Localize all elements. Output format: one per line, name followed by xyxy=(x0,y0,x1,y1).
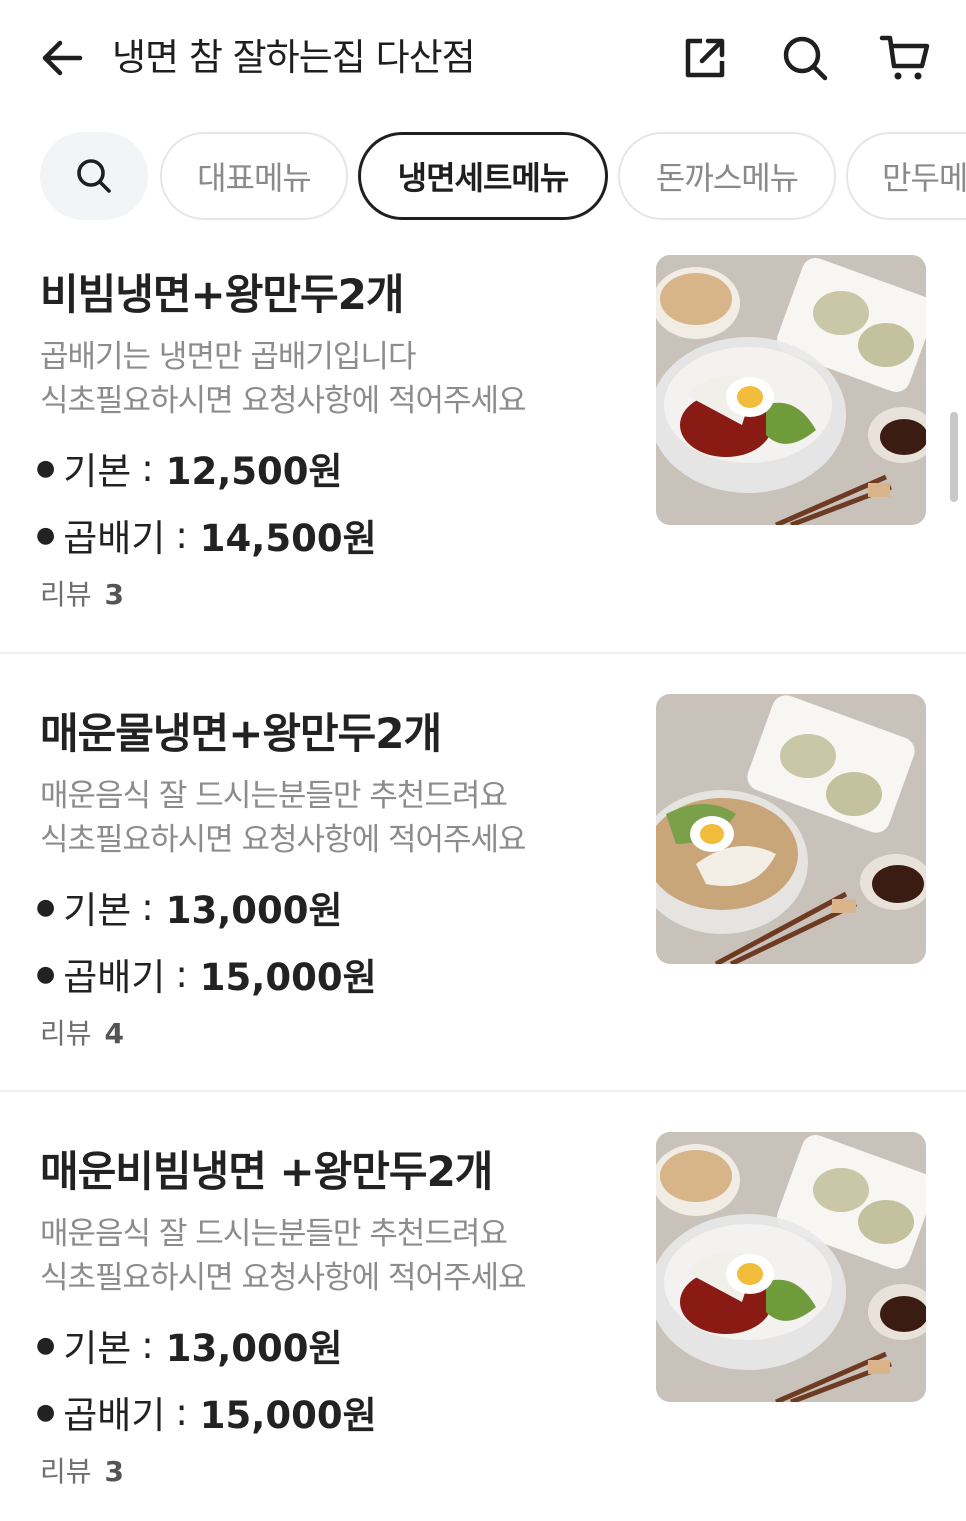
menu-item-description: 매운음식 잘 드시는분들만 추천드려요 xyxy=(40,1216,508,1252)
bullet-icon: ● xyxy=(36,1332,56,1358)
price-separator: : xyxy=(175,513,188,557)
mul-naengmyeon-photo xyxy=(656,694,926,964)
price-label: 기본 xyxy=(63,1327,132,1370)
price-separator: : xyxy=(141,885,154,929)
price-separator: : xyxy=(175,1390,188,1434)
item-divider xyxy=(0,652,966,654)
price-large-row: ● 곱배기 : 15,000원 xyxy=(36,947,377,1001)
price-label: 곱배기 xyxy=(63,956,166,999)
share-button[interactable] xyxy=(677,30,733,86)
price-separator: : xyxy=(175,952,188,996)
category-tabs: 대표메뉴 냉면세트메뉴 돈까스메뉴 만두메뉴 xyxy=(0,130,966,220)
menu-item[interactable]: 매운비빔냉면 +왕만두2개 매운음식 잘 드시는분들만 추천드려요 식초필요하시… xyxy=(0,1132,966,1521)
menu-item-name: 매운물냉면+왕만두2개 xyxy=(40,709,442,758)
review-count: 리뷰 4 xyxy=(40,1012,124,1052)
bullet-icon: ● xyxy=(36,961,56,987)
price-large-row: ● 곱배기 : 15,000원 xyxy=(36,1385,377,1439)
price-value: 12,500원 xyxy=(165,450,343,493)
search-icon xyxy=(77,159,111,193)
bullet-icon: ● xyxy=(36,1399,56,1425)
arrow-left-icon xyxy=(42,40,83,76)
menu-item-name: 매운비빔냉면 +왕만두2개 xyxy=(40,1147,493,1196)
tab-naengmyeon-set-menu[interactable]: 냉면세트메뉴 xyxy=(358,132,608,220)
back-button[interactable] xyxy=(34,30,90,86)
price-value: 15,000원 xyxy=(199,1394,377,1437)
cart-icon xyxy=(879,35,930,80)
menu-item-description: 곱배기는 냉면만 곱배기입니다 xyxy=(40,339,416,375)
store-title: 냉면 참 잘하는집 다산점 xyxy=(112,36,476,79)
review-number: 3 xyxy=(104,1455,124,1488)
price-value: 13,000원 xyxy=(165,1327,343,1370)
menu-item-photo[interactable] xyxy=(656,694,926,964)
menu-item-description: 매운음식 잘 드시는분들만 추천드려요 xyxy=(40,778,508,814)
price-label: 기본 xyxy=(63,889,132,932)
menu-item-name: 비빔냉면+왕만두2개 xyxy=(40,270,405,319)
price-value: 13,000원 xyxy=(165,889,343,932)
review-number: 4 xyxy=(104,1017,124,1050)
review-label: 리뷰 xyxy=(40,578,92,611)
price-value: 14,500원 xyxy=(199,517,377,560)
price-basic-row: ● 기본 : 13,000원 xyxy=(36,1318,343,1372)
price-separator: : xyxy=(141,446,154,490)
price-basic-row: ● 기본 : 12,500원 xyxy=(36,441,343,495)
bullet-icon: ● xyxy=(36,894,56,920)
review-count: 리뷰 3 xyxy=(40,1450,124,1490)
price-large-row: ● 곱배기 : 14,500원 xyxy=(36,508,377,562)
price-label: 곱배기 xyxy=(63,517,166,560)
tab-donkatsu-menu[interactable]: 돈까스메뉴 xyxy=(618,132,836,220)
item-divider xyxy=(0,1090,966,1092)
menu-item-photo[interactable] xyxy=(656,1132,926,1402)
menu-search-button[interactable] xyxy=(40,132,148,220)
search-button[interactable] xyxy=(777,30,833,86)
price-basic-row: ● 기본 : 13,000원 xyxy=(36,880,343,934)
spicy-bibim-naengmyeon-photo xyxy=(656,1132,926,1402)
bibim-naengmyeon-photo xyxy=(656,255,926,525)
price-value: 15,000원 xyxy=(199,956,377,999)
tab-representative-menu[interactable]: 대표메뉴 xyxy=(160,132,348,220)
review-count: 리뷰 3 xyxy=(40,573,124,613)
cart-button[interactable] xyxy=(877,30,933,86)
tab-mandu-menu[interactable]: 만두메뉴 xyxy=(846,132,966,220)
bullet-icon: ● xyxy=(36,522,56,548)
share-icon xyxy=(685,38,725,78)
menu-item-description: 식초필요하시면 요청사항에 적어주세요 xyxy=(40,1260,527,1296)
menu-item[interactable]: 매운물냉면+왕만두2개 매운음식 잘 드시는분들만 추천드려요 식초필요하시면 … xyxy=(0,694,966,1132)
search-icon xyxy=(783,36,828,81)
price-label: 기본 xyxy=(63,450,132,493)
price-label: 곱배기 xyxy=(63,1394,166,1437)
menu-item-photo[interactable] xyxy=(656,255,926,525)
review-label: 리뷰 xyxy=(40,1017,92,1050)
review-number: 3 xyxy=(104,578,124,611)
app-header: 냉면 참 잘하는집 다산점 xyxy=(0,0,966,116)
menu-item-description: 식초필요하시면 요청사항에 적어주세요 xyxy=(40,383,527,419)
price-separator: : xyxy=(141,1323,154,1367)
menu-item-description: 식초필요하시면 요청사항에 적어주세요 xyxy=(40,822,527,858)
menu-item[interactable]: 비빔냉면+왕만두2개 곱배기는 냉면만 곱배기입니다 식초필요하시면 요청사항에… xyxy=(0,255,966,693)
review-label: 리뷰 xyxy=(40,1455,92,1488)
bullet-icon: ● xyxy=(36,455,56,481)
